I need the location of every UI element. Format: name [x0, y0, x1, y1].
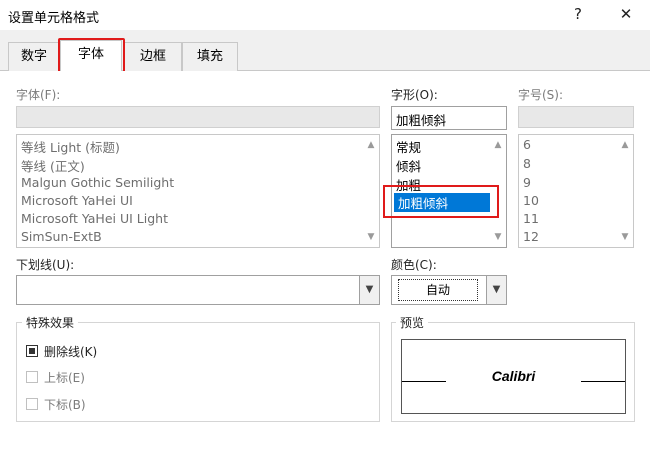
subscript-label[interactable]: 下标(B) — [44, 396, 86, 413]
size-list-item[interactable]: 8 — [523, 156, 531, 171]
preview-box: Calibri — [401, 339, 626, 414]
strikethrough-checkbox[interactable] — [26, 345, 38, 357]
help-button[interactable]: ? — [564, 2, 592, 26]
tab-number[interactable]: 数字 — [8, 42, 60, 71]
selected-style-highlight — [383, 185, 499, 218]
down-arrow-icon[interactable]: ▼ — [490, 229, 506, 245]
font-list-item[interactable]: 等线 Light (标题) — [21, 137, 120, 156]
up-arrow-icon[interactable]: ▲ — [490, 137, 506, 153]
size-input[interactable] — [518, 106, 634, 128]
font-list-item[interactable]: Microsoft YaHei UI — [21, 193, 133, 208]
size-label: 字号(S): — [518, 88, 564, 102]
style-list-item[interactable]: 倾斜 — [396, 156, 421, 175]
style-label: 字形(O): — [391, 88, 438, 102]
font-list-item[interactable]: Microsoft YaHei UI Light — [21, 211, 168, 226]
dialog-title: 设置单元格格式 — [8, 11, 100, 26]
font-list-item[interactable]: Malgun Gothic Semilight — [21, 175, 174, 190]
down-arrow-icon[interactable]: ▼ — [617, 229, 633, 245]
title-bar: 设置单元格格式 ? ✕ — [0, 0, 650, 30]
size-list-item[interactable]: 10 — [523, 193, 539, 208]
size-list-scrollbar[interactable]: ▲ ▼ — [617, 135, 633, 247]
underline-label: 下划线(U): — [16, 258, 75, 272]
color-value: 自动 — [398, 279, 478, 301]
font-input[interactable] — [16, 106, 380, 128]
style-input[interactable]: 加粗倾斜 — [391, 106, 507, 130]
subscript-checkbox[interactable] — [26, 398, 38, 410]
style-list-item[interactable]: 常规 — [396, 137, 421, 156]
superscript-label[interactable]: 上标(E) — [44, 369, 85, 386]
font-label: 字体(F): — [16, 88, 61, 102]
font-tab-highlight — [58, 38, 125, 74]
preview-sample-text: Calibri — [491, 368, 536, 384]
font-list-item[interactable]: SimSun-ExtB — [21, 229, 102, 244]
underline-select[interactable]: ▼ — [16, 275, 380, 305]
font-list-scrollbar[interactable]: ▲ ▼ — [363, 135, 379, 247]
size-list-item[interactable]: 12 — [523, 229, 539, 244]
chevron-down-icon[interactable]: ▼ — [486, 276, 506, 304]
color-select[interactable]: 自动 ▼ — [391, 275, 507, 305]
strikethrough-label[interactable]: 删除线(K) — [44, 343, 97, 360]
size-list-item[interactable]: 9 — [523, 175, 531, 190]
down-arrow-icon[interactable]: ▼ — [363, 229, 379, 245]
effects-legend: 特殊效果 — [22, 314, 79, 331]
size-list[interactable]: 6 8 9 10 11 12 ▲ ▼ — [518, 134, 634, 248]
tab-border[interactable]: 边框 — [124, 42, 182, 71]
superscript-checkbox[interactable] — [26, 371, 38, 383]
font-list[interactable]: 等线 Light (标题) 等线 (正文) Malgun Gothic Semi… — [16, 134, 380, 248]
size-list-item[interactable]: 6 — [523, 137, 531, 152]
color-label: 颜色(C): — [391, 258, 437, 272]
font-list-item[interactable]: 等线 (正文) — [21, 156, 85, 175]
up-arrow-icon[interactable]: ▲ — [617, 137, 633, 153]
tab-fill[interactable]: 填充 — [182, 42, 238, 71]
up-arrow-icon[interactable]: ▲ — [363, 137, 379, 153]
preview-legend: 预览 — [396, 314, 429, 331]
close-button[interactable]: ✕ — [612, 2, 640, 26]
size-list-item[interactable]: 11 — [523, 211, 539, 226]
chevron-down-icon[interactable]: ▼ — [359, 276, 379, 304]
